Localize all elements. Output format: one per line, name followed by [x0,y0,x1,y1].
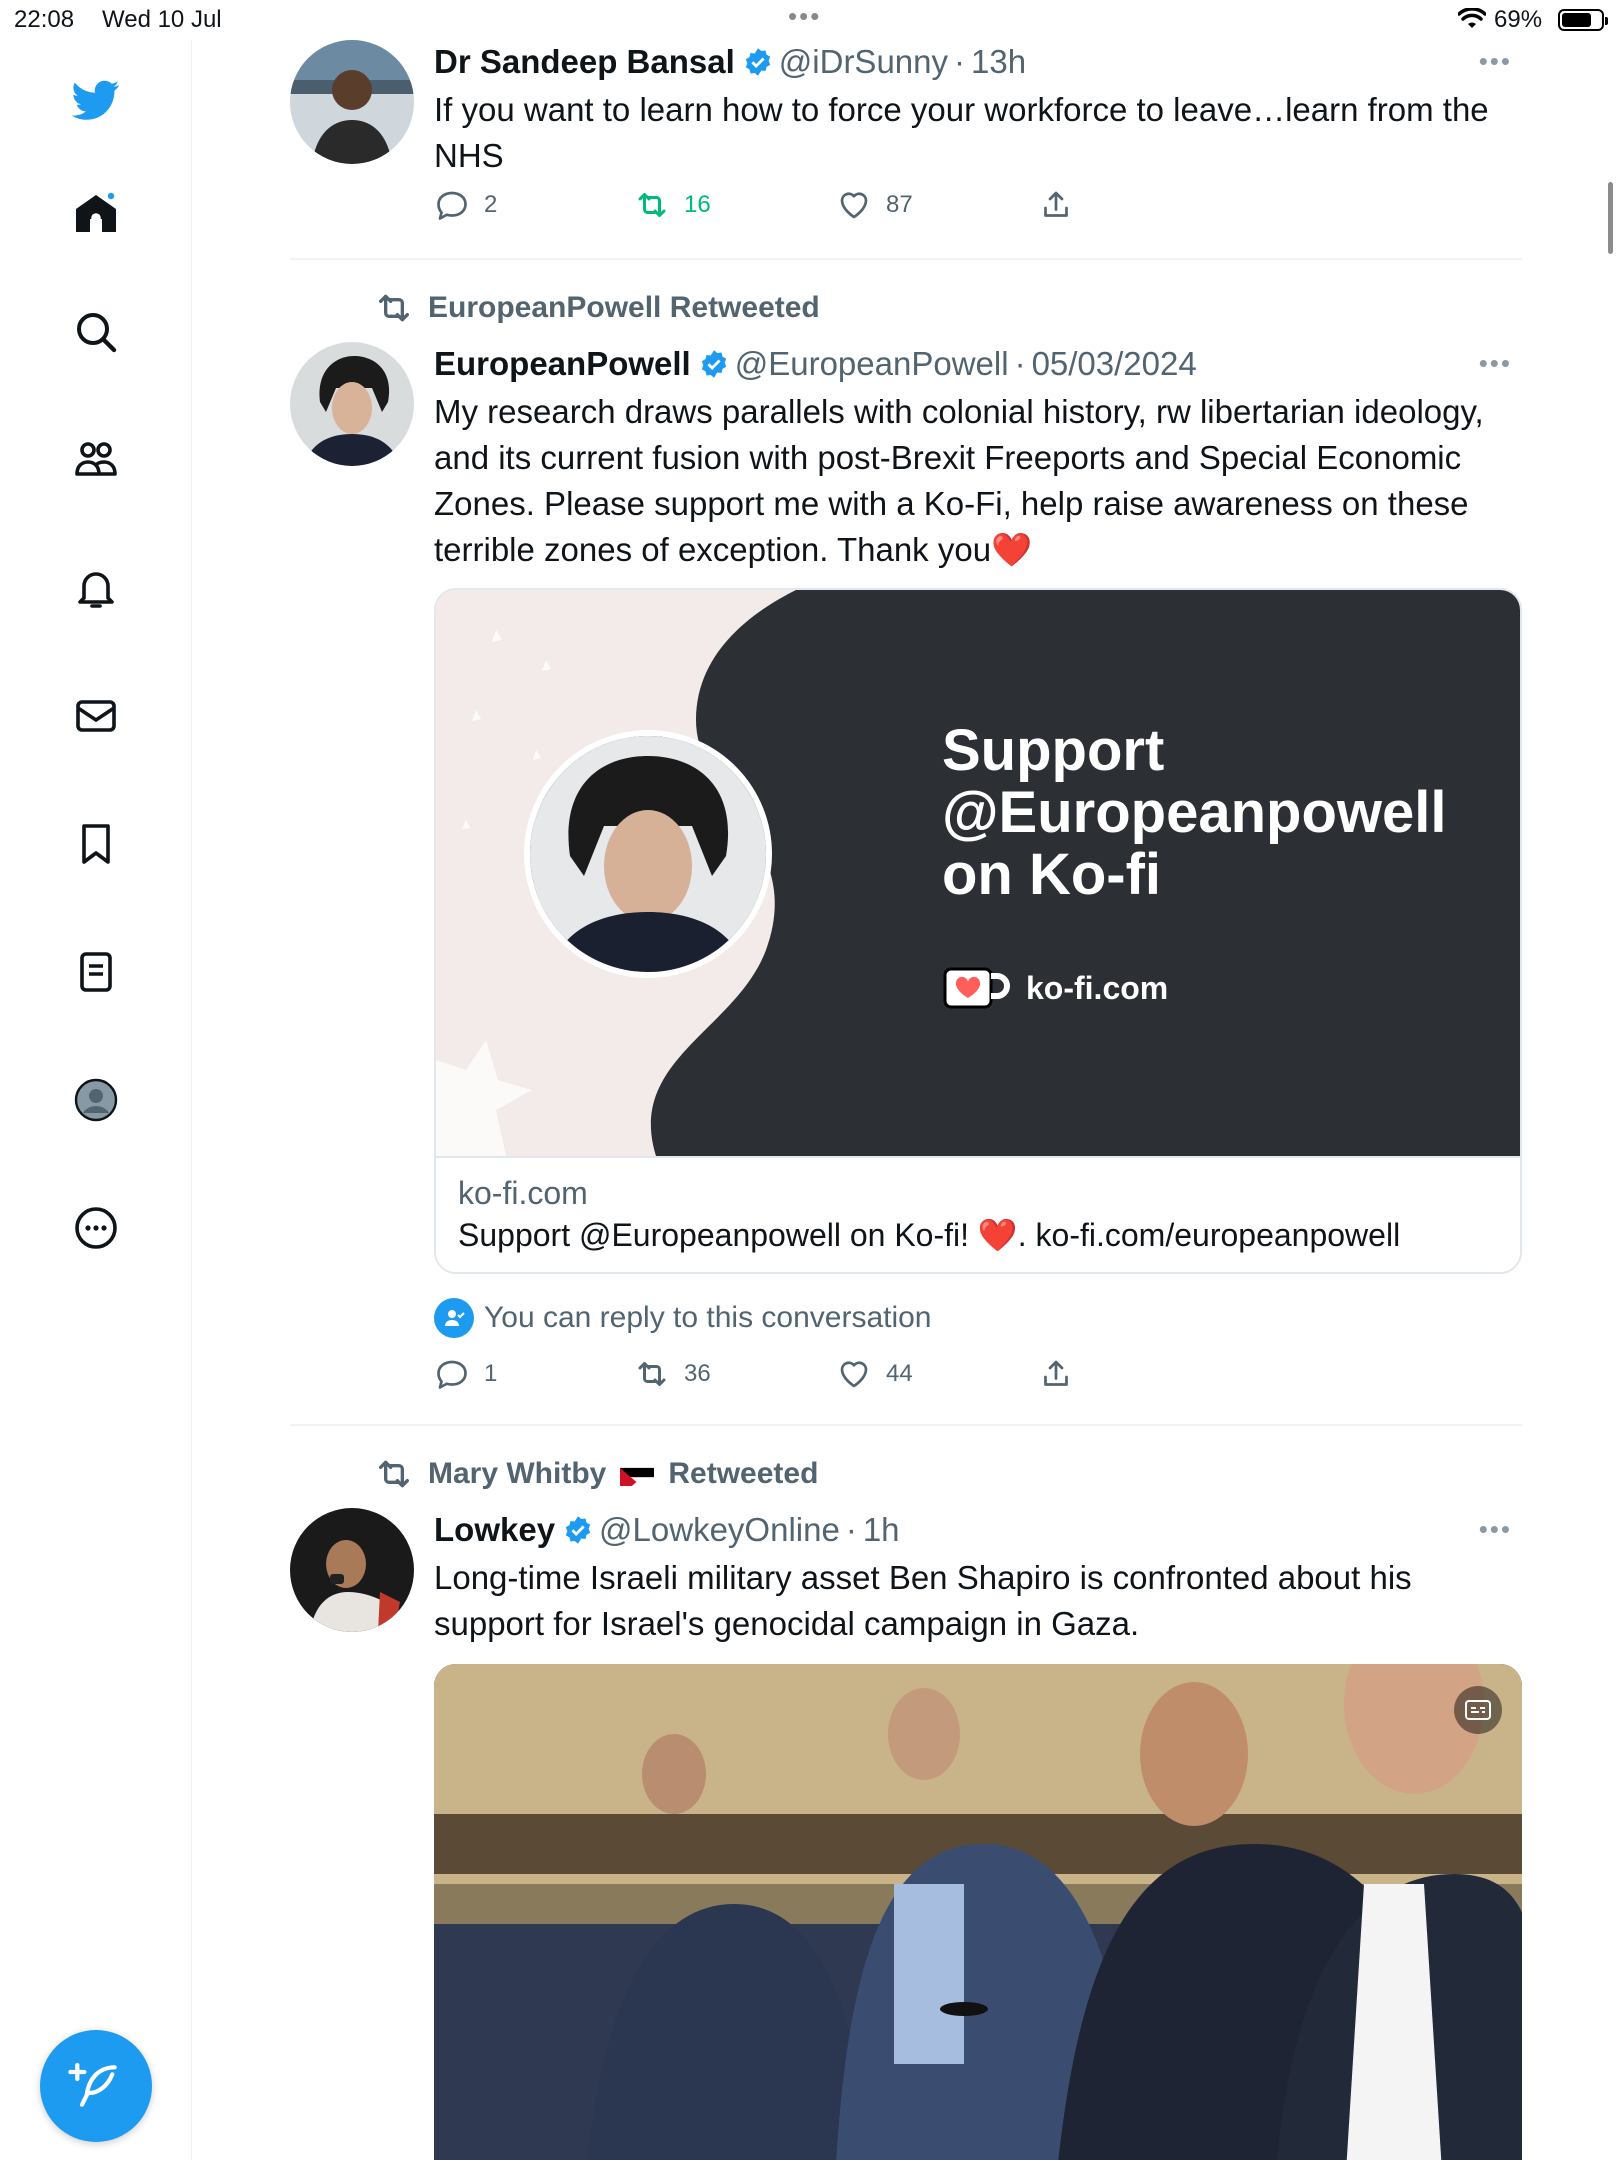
reply-icon [437,1360,467,1389]
video-player[interactable] [434,1664,1522,2160]
more-options-icon[interactable]: ••• [1479,348,1512,379]
retweet-count: 16 [684,191,711,218]
author-handle[interactable]: @iDrSunny [779,43,948,81]
like-button[interactable]: 44 [836,1356,913,1392]
wifi-icon [1457,7,1487,37]
card-domain: ko-fi.com [458,1175,588,1211]
tweet-divider [290,258,1522,260]
like-count: 44 [886,1360,913,1387]
retweeted-suffix: Retweeted [668,1457,819,1490]
separator: · [954,43,966,80]
retweet-icon [379,294,409,322]
palestine-flag-icon [620,1462,655,1486]
card-title: Support @Europeanpowell on Ko-fi [942,718,1447,907]
tweet[interactable]: EuropeanPowell Retweeted EuropeanPowell … [290,288,1522,1418]
retweet-button[interactable]: 16 [634,187,711,223]
reply-icon [437,191,467,220]
avatar[interactable] [290,1508,414,1632]
retweeted-by[interactable]: EuropeanPowell Retweeted [374,288,820,328]
kofi-logo: ko-fi.com [942,966,1168,1010]
verified-badge-icon [743,47,773,77]
twitter-bird-icon[interactable] [66,70,126,130]
battery-icon [1558,9,1608,31]
reply-button[interactable]: 2 [434,187,497,223]
reply-restriction-note: You can reply to this conversation [434,1298,932,1338]
tweet-time[interactable]: 05/03/2024 [1032,345,1197,383]
kofi-logo-text: ko-fi.com [1026,969,1169,1006]
tweet[interactable]: Dr Sandeep Bansal @iDrSunny · 13h ••• If… [290,40,1522,250]
reply-button[interactable]: 1 [434,1356,497,1392]
captions-icon[interactable] [1454,1686,1502,1734]
card-description: Support @Europeanpowell on Ko-fi! ❤️. ko… [458,1217,1401,1253]
share-icon [1044,1360,1068,1386]
more-options-icon[interactable]: ••• [1479,1514,1512,1545]
avatar[interactable] [290,342,414,466]
verified-badge-icon [699,349,729,379]
author-handle[interactable]: @EuropeanPowell [735,345,1009,383]
author-handle[interactable]: @LowkeyOnline [599,1511,840,1549]
avatar[interactable] [290,40,414,164]
multitasking-dots-icon[interactable]: ••• [788,3,821,29]
retweet-icon [638,193,666,217]
retweet-button[interactable]: 36 [634,1356,711,1392]
tweet-time[interactable]: 13h [971,43,1026,81]
tweet-divider [290,1424,1522,1426]
reply-note-text: You can reply to this conversation [484,1301,932,1334]
heart-icon [840,1361,868,1388]
communities-icon[interactable] [66,430,126,490]
separator: · [1014,345,1026,382]
more-options-icon[interactable]: ••• [1479,46,1512,77]
verified-badge-icon [563,1515,593,1545]
bookmark-icon[interactable] [66,814,126,874]
retweeted-by-label: EuropeanPowell Retweeted [428,291,820,324]
lists-icon[interactable] [66,942,126,1002]
kofi-cup-icon [943,967,1010,1009]
compose-icon[interactable] [40,2030,152,2142]
heart-icon [840,192,868,219]
profile-icon[interactable] [66,1070,126,1130]
author-name[interactable]: EuropeanPowell [434,345,691,383]
battery-percent: 69% [1494,6,1543,33]
like-button[interactable]: 87 [836,187,913,223]
reply-count: 1 [484,1360,498,1387]
sidebar [0,40,192,2160]
tweet-text: My research draws parallels with colonia… [434,393,1484,568]
author-name[interactable]: Dr Sandeep Bansal [434,43,735,81]
more-circle-icon[interactable] [66,1198,126,1258]
like-count: 87 [886,191,913,218]
tweet-text: If you want to learn how to force your w… [434,91,1489,174]
link-card[interactable]: Support @Europeanpowell on Ko-fi ko-fi.com… [434,588,1522,1274]
separator: · [845,1511,857,1548]
video-frame [434,1664,1522,2160]
retweeted-by[interactable]: Mary Whitby Retweeted [374,1454,818,1494]
reply-count: 2 [484,191,498,218]
mail-icon[interactable] [66,686,126,746]
share-icon [1044,191,1068,217]
retweet-icon [379,1460,409,1488]
card-portrait [524,730,772,978]
home-icon[interactable] [66,184,126,244]
retweeted-by-name: Mary Whitby [428,1457,607,1490]
tweet-time[interactable]: 1h [863,1511,900,1549]
card-image[interactable]: Support @Europeanpowell on Ko-fi ko-fi.com [436,590,1520,1156]
reply-allowed-icon [434,1298,474,1338]
tweet-text: Long-time Israeli military asset Ben Sha… [434,1559,1412,1642]
status-time: 22:08 [14,6,75,33]
status-bar: 22:08 Wed 10 Jul ••• 69% [0,0,1620,40]
tweet[interactable]: Mary Whitby Retweeted Lowkey @LowkeyOnli… [290,1454,1522,2160]
retweet-count: 36 [684,1360,711,1387]
status-date: Wed 10 Jul [102,6,222,33]
share-button[interactable] [1038,187,1074,223]
share-button[interactable] [1038,1356,1074,1392]
scroll-indicator[interactable] [1608,182,1613,254]
search-icon[interactable] [66,302,126,362]
bell-icon[interactable] [66,558,126,618]
retweet-icon [638,1362,666,1386]
author-name[interactable]: Lowkey [434,1511,555,1549]
